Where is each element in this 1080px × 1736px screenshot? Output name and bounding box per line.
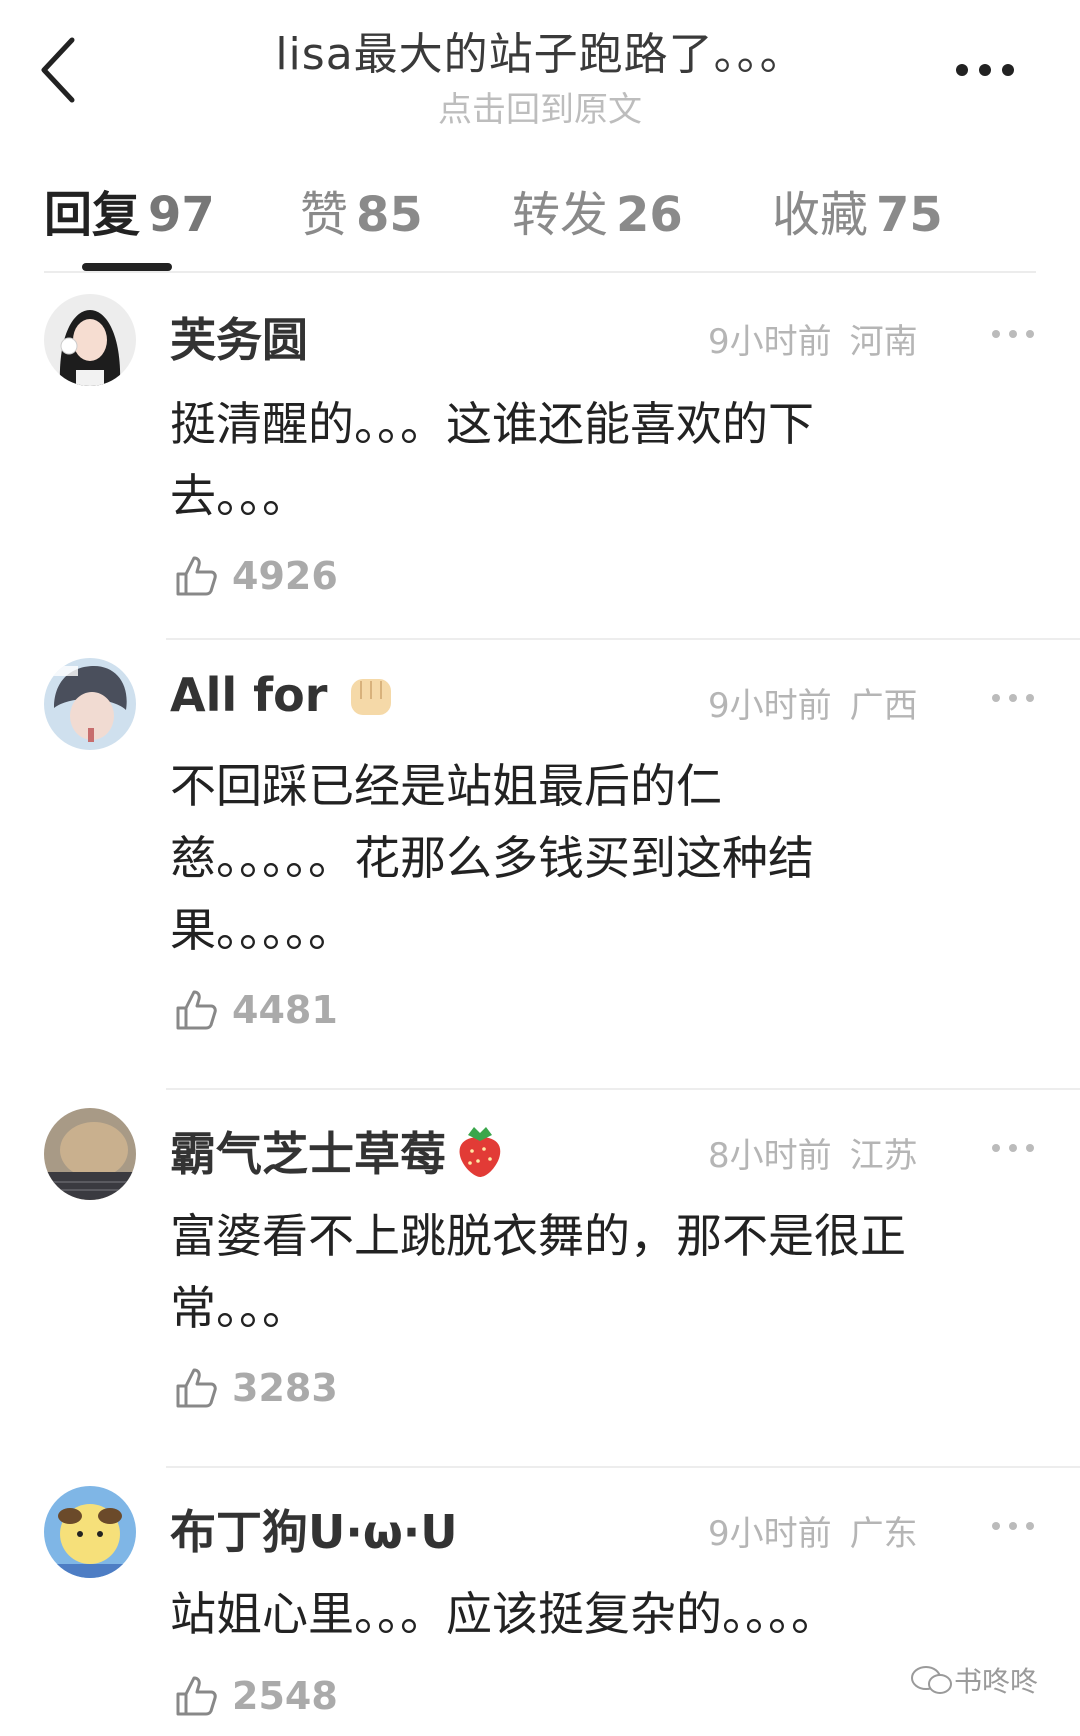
username[interactable]: 布丁狗U·ω·U (170, 1496, 458, 1562)
comment-meta: 8小时前 江苏 (708, 1128, 918, 1177)
avatar[interactable] (44, 658, 136, 750)
comment-time: 9小时前 (708, 322, 832, 362)
comment-more-icon[interactable] (988, 688, 1038, 708)
avatar[interactable] (44, 1486, 136, 1578)
like-count: 3283 (232, 1366, 338, 1410)
tab-favorites[interactable]: 收藏 75 (772, 175, 943, 245)
tab-count: 97 (148, 187, 215, 243)
tab-replies[interactable]: 回复 97 (44, 175, 215, 245)
post-title[interactable]: lisa最大的站子跑路了。。。 (0, 18, 1080, 82)
like-count: 4481 (232, 988, 338, 1032)
comment-line: 慈。。。。。花那么多钱买到这种结 (170, 831, 814, 885)
active-tab-indicator (82, 263, 172, 271)
tab-count: 26 (616, 187, 683, 243)
like-count: 2548 (232, 1674, 338, 1718)
comment-more-icon[interactable] (988, 324, 1038, 344)
comment-line: 富婆看不上跳脱衣舞的，那不是很正 (170, 1209, 906, 1263)
tab-label: 赞 (300, 187, 349, 243)
comment-meta: 9小时前 河南 (708, 314, 918, 363)
comment-text: 挺清醒的。。。这谁还能喜欢的下 去。。。 (170, 388, 990, 532)
username[interactable]: 霸气芝士草莓 (170, 1118, 506, 1184)
back-to-post-link[interactable]: 点击回到原文 (0, 82, 1080, 131)
comment-more-icon[interactable] (988, 1138, 1038, 1158)
comment-line: 不回踩已经是站姐最后的仁 (170, 759, 722, 813)
comment-more-icon[interactable] (988, 1516, 1038, 1536)
thumbs-up-icon (176, 556, 217, 596)
comment-line: 站姐心里。。。应该挺复杂的。。。。 (170, 1587, 837, 1641)
tab-likes[interactable]: 赞 85 (300, 175, 423, 245)
comment-line: 挺清醒的。。。这谁还能喜欢的下 (170, 397, 814, 451)
comment-time: 9小时前 (708, 686, 832, 726)
username[interactable]: 芙务圆 (170, 304, 308, 370)
strawberry-icon (459, 1127, 501, 1177)
tab-bar: 回复 97 赞 85 转发 26 收藏 75 (0, 165, 1080, 275)
comment-location: 江苏 (849, 1136, 918, 1176)
tab-label: 回复 (44, 187, 141, 243)
thumbs-up-icon (176, 1676, 217, 1716)
comment-meta: 9小时前 广东 (708, 1506, 918, 1555)
like-count: 4926 (232, 554, 338, 598)
tab-label: 转发 (512, 187, 609, 243)
comment-text: 富婆看不上跳脱衣舞的，那不是很正 常。。。 (170, 1200, 990, 1344)
comment-item[interactable]: 霸气芝士草莓 8小时前 江苏 富婆看不上跳脱衣舞的，那不是很正 常。。。 3283 (0, 1090, 1080, 1468)
comment-location: 河南 (849, 322, 918, 362)
like-button[interactable]: 4926 (174, 554, 338, 598)
comment-item[interactable]: 芙务圆 9小时前 河南 挺清醒的。。。这谁还能喜欢的下 去。。。 4926 (0, 276, 1080, 640)
username[interactable]: All for (170, 668, 397, 722)
avatar[interactable] (44, 1108, 136, 1200)
comment-item[interactable]: All for 9小时前 广西 不回踩已经是站姐最后的仁 慈。。。。。花那么多钱买… (0, 640, 1080, 1090)
comment-location: 广西 (849, 686, 918, 726)
comment-line: 去。。。 (170, 469, 308, 523)
avatar[interactable] (44, 294, 136, 386)
comment-line: 常。。。 (170, 1281, 308, 1335)
like-button[interactable]: 4481 (174, 988, 338, 1032)
watermark-text: 书咚咚 (954, 1665, 1039, 1698)
wechat-icon (911, 1666, 952, 1694)
comment-line: 果。。。。。 (170, 903, 354, 957)
more-options-icon[interactable] (950, 50, 1020, 90)
like-button[interactable]: 2548 (174, 1674, 338, 1718)
tabs-divider (44, 271, 1036, 273)
username-text: All for (170, 668, 328, 722)
tab-count: 85 (356, 187, 423, 243)
tab-label: 收藏 (772, 187, 869, 243)
tab-reposts[interactable]: 转发 26 (512, 175, 683, 245)
tab-count: 75 (876, 187, 943, 243)
comment-meta: 9小时前 广西 (708, 678, 918, 727)
top-bar: lisa最大的站子跑路了。。。 点击回到原文 (0, 0, 1080, 150)
fist-bump-icon (351, 679, 392, 715)
comment-text: 不回踩已经是站姐最后的仁 慈。。。。。花那么多钱买到这种结 果。。。。。 (170, 750, 990, 966)
thumbs-up-icon (176, 990, 217, 1030)
comment-time: 9小时前 (708, 1514, 832, 1554)
comment-time: 8小时前 (708, 1136, 832, 1176)
comment-text: 站姐心里。。。应该挺复杂的。。。。 (170, 1578, 1070, 1650)
thumbs-up-icon (176, 1368, 217, 1408)
watermark: 书咚咚 (910, 1660, 1038, 1700)
like-button[interactable]: 3283 (174, 1366, 338, 1410)
username-text: 霸气芝士草莓 (170, 1127, 446, 1181)
comment-location: 广东 (849, 1514, 918, 1554)
